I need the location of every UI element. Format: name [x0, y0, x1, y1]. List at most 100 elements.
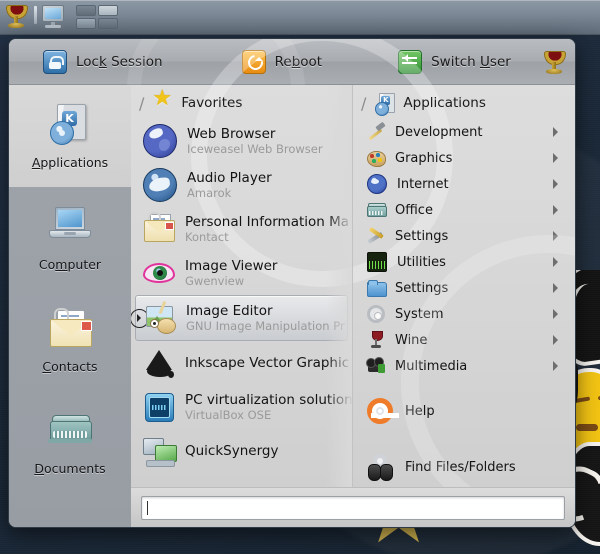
pager-icon	[76, 5, 118, 29]
menu-item-label: Help	[405, 403, 435, 419]
kickoff-sidebar: K Applications Computer Contacts Documen	[9, 85, 131, 527]
menu-item-find-files[interactable]: Find Files/Folders	[353, 447, 575, 487]
category-utilities[interactable]: Utilities	[353, 249, 575, 275]
kickoff-columns: / Favorites Web Browser Iceweasel Web Br…	[131, 39, 575, 527]
switch-user-button[interactable]: Switch User	[390, 47, 519, 77]
kickoff-launcher-button[interactable]	[5, 2, 28, 32]
applications-icon: K	[45, 103, 95, 149]
kickoff-header: Lock Session Reboot Switch User	[9, 39, 575, 177]
list-item-title: Image Viewer	[185, 258, 278, 274]
category-label: Multimedia	[395, 358, 468, 374]
lifebuoy-icon	[367, 398, 399, 424]
list-item[interactable]: Personal Information Ma Kontact	[131, 207, 352, 251]
tools-icon	[367, 227, 385, 245]
gimp-icon	[144, 300, 176, 334]
sidebar-item-label: Applications	[31, 154, 109, 170]
gear-icon	[367, 305, 385, 323]
breadcrumb-separator: /	[139, 93, 145, 113]
submenu-arrow-icon	[553, 257, 563, 267]
category-label: Office	[395, 202, 433, 218]
switch-user-icon	[398, 49, 423, 74]
submenu-arrow-icon	[553, 361, 563, 371]
reboot-button[interactable]: Reboot	[234, 47, 330, 77]
list-item-title: Personal Information Ma	[185, 214, 350, 230]
web-browser-icon	[143, 124, 177, 158]
list-item[interactable]: Image Viewer Gwenview	[131, 251, 352, 295]
documents-icon	[45, 409, 95, 455]
category-wine[interactable]: Wine	[353, 327, 575, 353]
switch-user-label: Switch User	[431, 53, 511, 70]
category-label: System	[395, 306, 444, 322]
sidebar-item-contacts[interactable]: Contacts	[9, 289, 131, 391]
list-item-title: Image Editor	[186, 303, 273, 319]
list-item-title: Audio Player	[187, 170, 272, 186]
folder-icon	[367, 279, 387, 297]
sidebar-item-label: Contacts	[42, 358, 98, 374]
search-field[interactable]	[148, 499, 559, 516]
list-item[interactable]: Audio Player Amarok	[131, 163, 352, 207]
category-label: Development	[395, 124, 483, 140]
breadcrumb-separator: /	[361, 93, 367, 113]
list-item-selected[interactable]: Image Editor GNU Image Manipulation Pr	[131, 295, 348, 341]
list-item[interactable]: Web Browser Iceweasel Web Browser	[131, 119, 352, 163]
category-development[interactable]: Development	[353, 119, 575, 145]
top-panel	[0, 0, 600, 35]
submenu-arrow-icon	[553, 231, 563, 241]
list-item[interactable]: Inkscape Vector Graphic	[131, 341, 352, 385]
applications-small-icon: K	[375, 93, 396, 116]
pager-widget[interactable]	[76, 2, 118, 32]
show-desktop-button[interactable]	[34, 2, 66, 32]
favorites-column: / Favorites Web Browser Iceweasel Web Br…	[131, 85, 353, 487]
category-settings-folder[interactable]: Settings	[353, 275, 575, 301]
submenu-arrow-icon	[553, 153, 563, 163]
category-office[interactable]: Office	[353, 197, 575, 223]
lock-session-button[interactable]: Lock Session	[35, 47, 171, 77]
sidebar-item-applications[interactable]: K Applications	[9, 85, 131, 187]
submenu-arrow-icon	[553, 309, 563, 319]
menu-item-help[interactable]: Help	[353, 391, 575, 431]
hammer-icon	[367, 121, 386, 141]
list-item-title: PC virtualization solution	[185, 392, 353, 408]
image-viewer-icon	[143, 257, 175, 289]
audio-player-icon	[143, 168, 177, 202]
category-settings-tools[interactable]: Settings	[353, 223, 575, 249]
chalice-icon	[5, 4, 28, 30]
globe-icon	[367, 174, 387, 194]
favorites-title: Favorites	[181, 95, 243, 111]
favorites-header: / Favorites	[131, 85, 352, 119]
star-icon	[152, 88, 173, 113]
quicksynergy-icon	[143, 435, 177, 467]
reboot-label: Reboot	[274, 53, 323, 70]
typewriter-icon	[367, 201, 387, 219]
kontact-icon	[143, 212, 175, 245]
lock-session-label: Lock Session	[76, 53, 163, 70]
computer-icon	[45, 205, 95, 251]
list-item[interactable]: QuickSynergy	[131, 429, 352, 473]
applications-title: Applications	[403, 95, 486, 111]
sidebar-item-computer[interactable]: Computer	[9, 187, 131, 289]
list-item-title: QuickSynergy	[185, 443, 279, 459]
category-label: Settings	[395, 280, 449, 296]
multimedia-icon	[366, 357, 385, 375]
sidebar-item-documents[interactable]: Documents	[9, 391, 131, 493]
category-multimedia[interactable]: Multimedia	[353, 353, 575, 379]
list-item-subtitle: VirtualBox OSE	[185, 408, 272, 422]
sidebar-item-label: Computer	[38, 256, 102, 272]
list-item-subtitle: Iceweasel Web Browser	[187, 142, 323, 156]
category-system[interactable]: System	[353, 301, 575, 327]
list-item-subtitle: Gwenview	[185, 274, 245, 288]
category-internet[interactable]: Internet	[353, 171, 575, 197]
sidebar-item-label: Documents	[34, 460, 106, 476]
list-item[interactable]: PC virtualization solution VirtualBox OS…	[131, 385, 352, 429]
search-input[interactable]	[141, 495, 565, 520]
category-graphics[interactable]: Graphics	[353, 145, 575, 171]
inkscape-icon	[143, 347, 175, 379]
kickoff-brand-button[interactable]	[535, 47, 571, 77]
list-item-subtitle: Amarok	[187, 186, 232, 200]
submenu-arrow-icon	[553, 127, 563, 137]
monitor-icon	[34, 5, 66, 29]
submenu-arrow-icon	[553, 205, 563, 215]
reboot-icon	[241, 49, 266, 74]
submenu-arrow-icon	[553, 335, 563, 345]
list-item-subtitle: GNU Image Manipulation Pr	[186, 319, 345, 333]
